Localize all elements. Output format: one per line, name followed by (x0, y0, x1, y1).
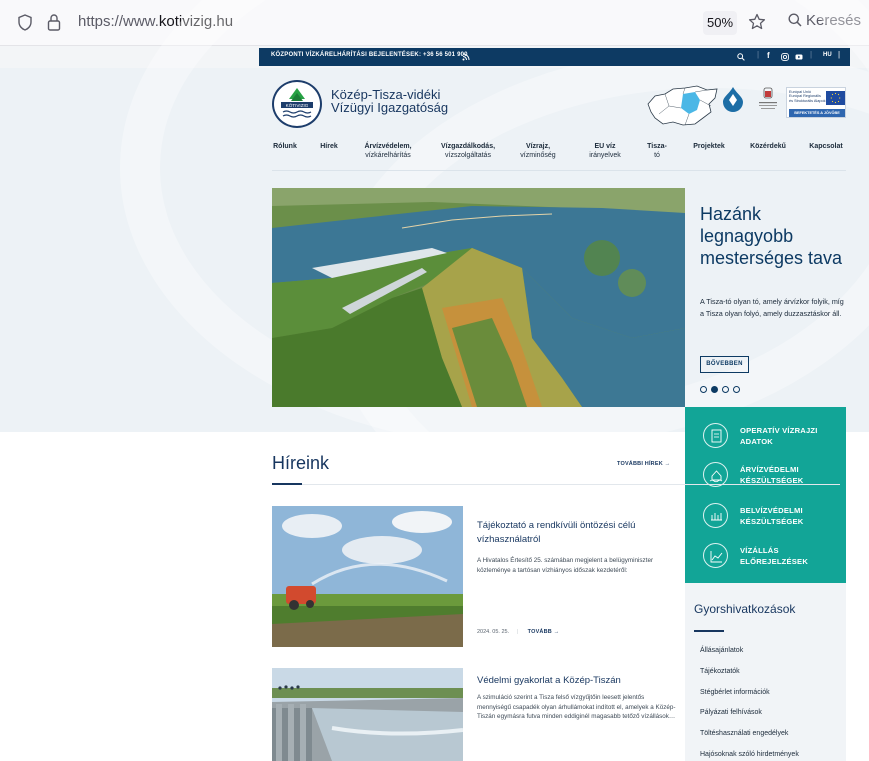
news-image-irrigation[interactable] (272, 506, 463, 647)
quick-item-inland-water[interactable]: BELVÍZVÉDELMI KÉSZÜLTSÉGEK (703, 503, 843, 533)
quick-label-line2: KÉSZÜLTSÉGEK (740, 517, 804, 526)
quick-item-hydro-data[interactable]: OPERATÍV VÍZRAJZI ADATOK (703, 423, 843, 453)
news-date: 2024. 05. 25. (477, 629, 510, 635)
arrow-right-icon: → (553, 629, 560, 635)
quick-label-line2: ELŐREJELZÉSEK (740, 557, 809, 566)
url-prefix: https://www. (78, 13, 159, 30)
rss-icon[interactable] (462, 53, 470, 61)
news-title[interactable]: Tájékoztató a rendkívüli öntözési célú v… (477, 519, 697, 547)
slider-dot[interactable] (722, 386, 729, 393)
logo-emblem: KÖTIVIZIG (281, 88, 313, 118)
nav-label-line2: vízkárelhárítás (365, 152, 411, 159)
news-title[interactable]: Védelmi gyakorlat a Közép-Tiszán (477, 674, 697, 688)
youtube-icon[interactable] (795, 53, 803, 61)
nav-item[interactable]: Kapcsolat (781, 142, 869, 151)
divider: | (516, 629, 519, 635)
hotline-text: KÖZPONTI VÍZKÁRELHÁRÍTÁSI BEJELENTÉSEK: … (271, 52, 468, 58)
slider-dot[interactable] (711, 386, 718, 393)
news-image-dam[interactable] (272, 668, 463, 761)
quick-label-line2: ADATOK (740, 437, 773, 446)
top-info-bar: KÖZPONTI VÍZKÁRELHÁRÍTÁSI BEJELENTÉSEK: … (259, 48, 850, 66)
eu-slogan: BEFEKTETÉS A JÖVŐBE (789, 109, 845, 117)
slider-dot[interactable] (700, 386, 707, 393)
document-icon (703, 423, 728, 448)
divider: | (810, 50, 813, 59)
hero-more-button[interactable]: BŐVEBBEN (700, 356, 749, 373)
news-excerpt: A Hivatalos Értesítő 25. számában megjel… (477, 557, 654, 574)
shortcuts-title: Gyorshivatkozások (694, 602, 796, 616)
facebook-icon[interactable]: f (767, 51, 770, 60)
nav-item[interactable]: Árvízvédelem, vízkárelhárítás (343, 142, 433, 160)
quick-item-water-forecast[interactable]: VÍZÁLLÁS ELŐREJELZÉSEK (703, 543, 843, 573)
quick-item-flood-readiness[interactable]: ÁRVÍZVÉDELMI KÉSZÜLTSÉGEK (703, 462, 843, 492)
logo-text: KÖTIVIZIG (286, 102, 309, 108)
hungary-map-icon (647, 85, 718, 126)
news-excerpt: A szimuláció szerint a Tisza felső vízgy… (477, 694, 676, 720)
nav-label-line2: tó (654, 152, 660, 159)
divider: | (757, 50, 760, 59)
government-crest-icon (759, 87, 777, 109)
shield-icon[interactable] (18, 14, 32, 31)
chart-icon (703, 543, 728, 568)
news-more-link[interactable]: TOVÁBB → (528, 629, 560, 635)
logo[interactable]: KÖTIVIZIG (272, 80, 322, 128)
nav-label-line1: Árvízvédelem, (364, 143, 412, 150)
shortcut-link[interactable]: Stégbérlet információk (700, 689, 770, 696)
site-title-line2: Vízügyi Igazgatóság (331, 100, 449, 115)
news-divider (272, 484, 840, 485)
shortcut-link[interactable]: Hajósoknak szóló hirdetmények (700, 751, 799, 758)
quick-label-line1: BELVÍZVÉDELMI (740, 506, 803, 515)
divider: | (838, 50, 841, 59)
water-drop-badge (723, 87, 743, 112)
instagram-icon[interactable] (781, 53, 789, 61)
hero-text: A Tisza-tó olyan tó, amely árvízkor foly… (700, 297, 844, 318)
lock-icon[interactable] (47, 13, 61, 31)
eu-funding-badge: Európai Unió Európai Regionális és Struk… (786, 87, 846, 118)
hero-image (272, 188, 685, 407)
news-heading-rule (272, 483, 302, 485)
quick-label-line1: OPERATÍV VÍZRAJZI (740, 426, 818, 435)
eu-text-line3: és Strukturális Alapok (789, 98, 826, 103)
shortcut-link[interactable]: Pályázati felhívások (700, 709, 762, 716)
eu-text-line2: Európai Regionális (789, 94, 821, 99)
more-news-label: TOVÁBBI HÍREK (617, 461, 663, 467)
shortcuts-rule (694, 630, 724, 632)
more-news-link[interactable]: TOVÁBBI HÍREK → (617, 461, 670, 467)
language-switch[interactable]: HU (823, 52, 832, 58)
quick-label-line1: ÁRVÍZVÉDELMI (740, 465, 799, 474)
news-meta: 2024. 05. 25. | TOVÁBB → (477, 629, 559, 635)
news-more-label: TOVÁBB (527, 629, 552, 635)
nav-divider (272, 170, 846, 171)
hero-title: Hazánk legnagyobb mesterséges tava (700, 204, 843, 268)
eu-flag-icon (826, 91, 845, 105)
nav-label-line1: Kapcsolat (809, 143, 843, 150)
arrow-right-icon: → (664, 461, 671, 467)
news-heading: Híreink (272, 453, 330, 473)
quick-access-box: OPERATÍV VÍZRAJZI ADATOK ÁRVÍZVÉDELMI KÉSZ… (685, 407, 846, 583)
site-title[interactable]: Közép-Tisza-vidéki Vízügyi Igazgatóság (331, 88, 448, 114)
search-icon[interactable] (737, 53, 745, 61)
shortcut-link[interactable]: Állásajánlatok (700, 647, 743, 654)
field-icon (703, 503, 728, 528)
shortcut-link[interactable]: Tájékoztatók (700, 668, 740, 675)
shortcut-link[interactable]: Töltéshasználati engedélyek (700, 730, 788, 737)
slider-dot[interactable] (733, 386, 740, 393)
quick-label-line1: VÍZÁLLÁS (740, 546, 779, 555)
